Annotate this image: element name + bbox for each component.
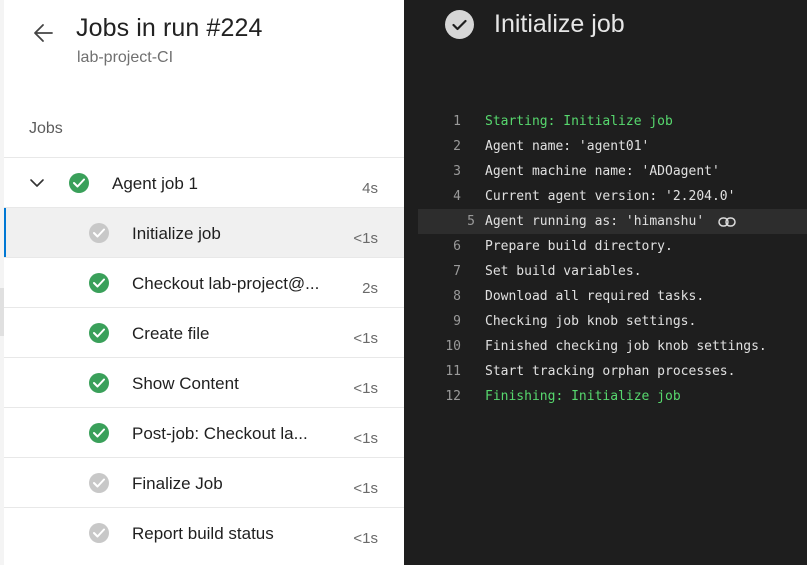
log-line-text: Agent name: 'agent01' [485,139,649,154]
arrow-left-icon[interactable] [31,20,57,46]
log-text: Finishing: Initialize job [485,389,681,404]
log-line-number[interactable]: 4 [453,189,461,204]
log-text: Prepare build directory. [485,239,673,254]
log-line-number[interactable]: 8 [453,289,461,304]
job-label: Create file [132,324,210,343]
log-line: 11 Start tracking orphan processes. [404,359,807,384]
log-text: Checking job knob settings. [485,314,697,329]
log-line-number[interactable]: 11 [445,364,461,379]
job-step-row[interactable]: Report build status <1s [4,507,404,557]
log-line: 2 Agent name: 'agent01' [404,134,807,159]
job-label: Initialize job [132,224,221,243]
log-title: Initialize job [494,10,625,38]
pipeline-name: lab-project-CI [77,49,174,66]
check-circle-gray-icon [445,10,474,39]
check-circle-icon [69,173,89,193]
check-circle-gray-icon [89,223,109,243]
log-line: 6 Prepare build directory. [404,234,807,259]
log-line: 10 Finished checking job knob settings. [404,334,807,359]
log-output: 1 Starting: Initialize job 2 Agent name: 'a… [404,109,807,409]
job-step-row[interactable]: Finalize Job <1s [4,457,404,507]
log-text: Current agent version: '2.204.0' [485,189,736,204]
page-title: Jobs in run #224 [76,14,263,42]
job-step-row[interactable]: Post-job: Checkout la... <1s [4,407,404,457]
log-line-number[interactable]: 12 [445,389,461,404]
check-circle-gray-icon [89,473,109,493]
log-line-number[interactable]: 9 [453,314,461,329]
job-duration: <1s [353,530,378,547]
job-duration: <1s [353,330,378,347]
log-text: Agent machine name: 'ADOagent' [485,164,720,179]
job-duration: <1s [353,230,378,247]
log-line: 5 Agent running as: 'himanshu' [418,209,807,234]
chevron-down-icon[interactable] [29,175,45,191]
job-label: Agent job 1 [112,174,199,193]
log-line: 3 Agent machine name: 'ADOagent' [404,159,807,184]
log-line: 8 Download all required tasks. [404,284,807,309]
log-line-number[interactable]: 10 [445,339,461,354]
log-line: 4 Current agent version: '2.204.0' [404,184,807,209]
job-label: Post-job: Checkout la... [132,424,308,443]
log-text: Starting: Initialize job [485,114,673,129]
log-line-text: Current agent version: '2.204.0' [485,189,735,204]
log-line-number[interactable]: 3 [453,164,461,179]
log-line-text: Set build variables. [485,264,642,279]
log-text: Start tracking orphan processes. [485,364,736,379]
job-duration: <1s [353,480,378,497]
job-duration: <1s [353,380,378,397]
jobs-heading: Jobs [29,120,63,137]
log-line-text: Agent running as: 'himanshu' [485,214,736,229]
check-circle-icon [89,373,109,393]
log-line-number[interactable]: 5 [467,214,475,229]
log-line-text: Start tracking orphan processes. [485,364,735,379]
job-duration: 2s [362,280,378,297]
log-line-text: Prepare build directory. [485,239,673,254]
job-step-row[interactable]: Show Content <1s [4,357,404,407]
log-line-text: Finishing: Initialize job [485,389,681,404]
log-line-text: Starting: Initialize job [485,114,673,129]
log-text: Agent running as: 'himanshu' [485,214,705,229]
log-line-number[interactable]: 1 [453,114,461,129]
job-row[interactable]: Agent job 1 4s [4,157,404,207]
job-duration: <1s [353,430,378,447]
log-line: 9 Checking job knob settings. [404,309,807,334]
job-label: Finalize Job [132,474,223,493]
check-circle-icon [89,273,109,293]
log-text: Finished checking job knob settings. [485,339,767,354]
job-label: Checkout lab-project@... [132,274,320,293]
job-label: Report build status [132,524,274,543]
job-step-row[interactable]: Checkout lab-project@... 2s [4,257,404,307]
log-text: Set build variables. [485,264,642,279]
log-line-number[interactable]: 2 [453,139,461,154]
log-line-text: Download all required tasks. [485,289,704,304]
job-step-row[interactable]: Initialize job <1s [4,207,404,257]
log-panel: Initialize job 1 Starting: Initialize job… [404,0,807,565]
jobs-panel: Jobs in run #224 lab-project-CI Jobs Age… [0,0,404,565]
check-circle-icon [89,423,109,443]
log-line: 1 Starting: Initialize job [404,109,807,134]
link-icon[interactable] [718,216,736,228]
check-circle-icon [89,323,109,343]
log-line: 7 Set build variables. [404,259,807,284]
log-line-number[interactable]: 6 [453,239,461,254]
job-label: Show Content [132,374,239,393]
log-text: Agent name: 'agent01' [485,139,650,154]
job-list: Agent job 1 4s Initialize job <1s Checkout l… [4,157,404,557]
job-step-row[interactable]: Create file <1s [4,307,404,357]
log-line: 12 Finishing: Initialize job [404,384,807,409]
job-duration: 4s [362,180,378,197]
check-circle-gray-icon [89,523,109,543]
log-text: Download all required tasks. [485,289,705,304]
log-line-text: Agent machine name: 'ADOagent' [485,164,720,179]
log-line-number[interactable]: 7 [453,264,461,279]
log-line-text: Finished checking job knob settings. [485,339,767,354]
log-line-text: Checking job knob settings. [485,314,696,329]
